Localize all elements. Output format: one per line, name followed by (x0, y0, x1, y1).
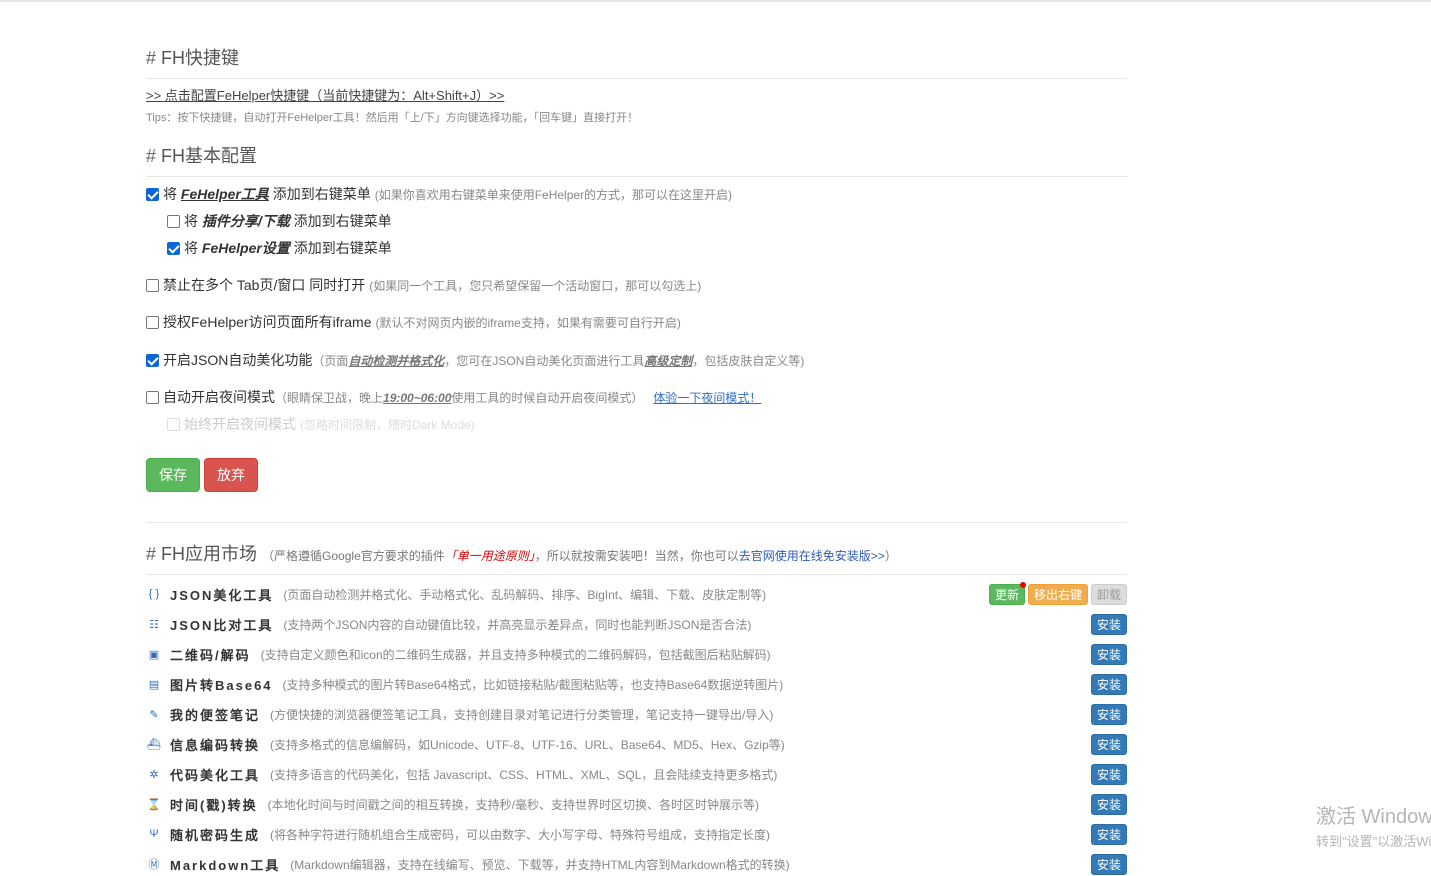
tool-row: Ψ 随机密码生成 (将各种字符进行随机组合生成密码，可以由数字、大小写字母、特殊符号… (146, 822, 1127, 846)
tool-name: 时间(戳)转换 (170, 797, 258, 813)
night-mode-checkbox[interactable] (146, 390, 159, 404)
tool-description: (支持自定义颜色和icon的二维码生成器，并且支持多种模式的二维码解码，包括截图… (260, 647, 771, 662)
install-button[interactable]: 安装 (1091, 854, 1127, 875)
install-button[interactable]: 安装 (1091, 794, 1127, 815)
option-iframe[interactable]: 授权FeHelper访问页面所有iframe (默认不对网页内嵌的iframe支… (146, 312, 681, 332)
configure-shortcut-link[interactable]: >> 点击配置FeHelper快捷键（当前快捷键为：Alt+Shift+J）>> (146, 85, 504, 104)
hourglass-icon: ⌛ (147, 798, 161, 811)
tool-description: (本地化时间与时间戳之间的相互转换，支持秒/毫秒、支持世界时区切换、各时区时钟展… (267, 797, 760, 812)
tool-name: 信息编码转换 (170, 737, 261, 753)
option-json-auto[interactable]: 开启JSON自动美化功能 （页面自动检测并格式化，您可在JSON自动美化页面进行… (146, 350, 804, 370)
tool-description: (支持多种模式的图片转Base64格式，比如链接粘贴/截图粘贴等，也支持Base… (282, 677, 784, 692)
tool-name: JSON比对工具 (170, 617, 274, 633)
tool-description: (方便快捷的浏览器便签笔记工具，支持创建目录对笔记进行分类管理，笔记支持一键导出… (270, 707, 774, 722)
install-button[interactable]: 安装 (1091, 764, 1127, 785)
tool-actions: 安装 (1091, 734, 1127, 755)
tool-row: ✲ 代码美化工具 (支持多语言的代码美化，包括 Javascript、CSS、HTM… (146, 762, 1127, 786)
uninstall-button[interactable]: 卸载 (1090, 584, 1127, 605)
install-button[interactable]: 安装 (1091, 614, 1127, 635)
section-title-market: # FH应用市场 （严格遵循Google官方要求的插件「单一用途原则」，所以就按… (146, 540, 1127, 575)
json-icon: { } (148, 588, 160, 600)
install-button[interactable]: 安装 (1091, 674, 1127, 695)
windows-activation-watermark: 激活 Windows 转到"设置"以激活Windows。 (1316, 806, 1431, 849)
ship-icon: ⛴ (147, 738, 161, 751)
json-auto-checkbox[interactable] (146, 353, 159, 367)
always-night-checkbox (167, 417, 180, 431)
trident-icon: Ψ (149, 828, 159, 840)
tool-name: 随机密码生成 (170, 827, 261, 843)
single-tab-checkbox[interactable] (146, 278, 159, 292)
section-title-shortcut: # FH快捷键 (146, 44, 1127, 79)
save-button[interactable]: 保存 (146, 458, 200, 492)
update-dot (1019, 582, 1026, 588)
tool-description: (将各种字符进行随机组合生成密码，可以由数字、大小写字母、特殊符号组成，支持指定… (270, 827, 771, 842)
tool-actions: 更新 移出右键 卸载 (988, 582, 1127, 605)
cancel-button[interactable]: 放弃 (204, 458, 258, 492)
tool-actions: 安装 (1091, 794, 1127, 815)
image-icon: ▤ (148, 678, 160, 691)
tool-row: ✎ 我的便签笔记 (方便快捷的浏览器便签笔记工具，支持创建目录对笔记进行分类管理，笔… (146, 702, 1127, 726)
tool-actions: 安装 (1091, 824, 1127, 845)
tool-actions: 安装 (1091, 854, 1127, 875)
top-border (0, 0, 1431, 2)
pencil-icon: ✎ (149, 708, 159, 721)
share-menu-checkbox[interactable] (167, 214, 180, 228)
tool-row: ⌛ 时间(戳)转换 (本地化时间与时间戳之间的相互转换，支持秒/毫秒、支持世界时区切… (146, 792, 1127, 816)
settings-menu-checkbox[interactable] (167, 241, 180, 255)
update-button[interactable]: 更新 (988, 582, 1026, 605)
option-settings-menu[interactable]: 将 FeHelper设置 添加到右键菜单 (167, 238, 392, 258)
install-button[interactable]: 安装 (1091, 704, 1127, 725)
option-night-mode[interactable]: 自动开启夜间模式 （眼睛保卫战，晚上19:00~06:00使用工具的时候自动开启… (146, 387, 761, 407)
tool-name: 我的便签笔记 (170, 707, 261, 723)
online-version-link[interactable]: 去官网使用在线免安装版>> (739, 549, 885, 563)
tool-actions: 安装 (1091, 614, 1127, 635)
tool-actions: 安装 (1091, 644, 1127, 665)
tool-name: JSON美化工具 (170, 587, 274, 603)
tool-row: ⛴ 信息编码转换 (支持多格式的信息编解码，如Unicode、UTF-8、UTF-1… (146, 732, 1127, 756)
section-title-basic: # FH基本配置 (146, 142, 1127, 177)
remove-context-menu-button[interactable]: 移出右键 (1027, 584, 1088, 605)
tool-name: 二维码/解码 (170, 647, 251, 663)
compare-icon: ☷ (149, 618, 159, 631)
option-share-menu[interactable]: 将 插件分享/下载 添加到右键菜单 (167, 211, 392, 231)
tool-description: (支持两个JSON内容的自动键值比较，并高亮显示差异点，同时也能判断JSON是否… (283, 617, 752, 632)
markdown-icon: Ⓜ (148, 859, 160, 871)
tool-name: 图片转Base64 (170, 677, 273, 693)
tool-row: { } JSON美化工具 (页面自动检测并格式化、手动格式化、乱码解码、排序、Big… (146, 582, 1127, 606)
tool-actions: 安装 (1091, 674, 1127, 695)
try-night-mode-link[interactable]: 体验一下夜间模式！ (653, 389, 761, 406)
qrcode-icon: ▣ (148, 648, 160, 661)
tool-row: ▤ 图片转Base64 (支持多种模式的图片转Base64格式，比如链接粘贴/截图粘… (146, 672, 1127, 696)
install-button[interactable]: 安装 (1091, 824, 1127, 845)
tool-description: (页面自动检测并格式化、手动格式化、乱码解码、排序、BigInt、编辑、下载、皮… (283, 587, 767, 602)
tool-actions: 安装 (1091, 764, 1127, 785)
install-button[interactable]: 安装 (1091, 734, 1127, 755)
tool-description: (支持多格式的信息编解码，如Unicode、UTF-8、UTF-16、URL、B… (270, 737, 785, 752)
tool-name: Markdown工具 (170, 857, 281, 873)
tool-description: (Markdown编辑器，支持在线编写、预览、下载等，并支持HTML内容到Mar… (290, 857, 790, 872)
shortcut-tips: Tips：按下快捷键，自动打开FeHelper工具！然后用「上/下」方向键选择功… (146, 112, 639, 124)
divider (146, 522, 1127, 523)
tool-actions: 安装 (1091, 704, 1127, 725)
iframe-checkbox[interactable] (146, 315, 159, 329)
tool-row: ☷ JSON比对工具 (支持两个JSON内容的自动键值比较，并高亮显示差异点，同时也… (146, 612, 1127, 636)
option-always-night: 始终开启夜间模式 (忽略时间限制，随时Dark Mode) (167, 414, 475, 434)
context-menu-checkbox[interactable] (146, 187, 159, 201)
tool-name: 代码美化工具 (170, 767, 261, 783)
tool-row: ▣ 二维码/解码 (支持自定义颜色和icon的二维码生成器，并且支持多种模式的二维码… (146, 642, 1127, 666)
install-button[interactable]: 安装 (1091, 644, 1127, 665)
tool-description: (支持多语言的代码美化，包括 Javascript、CSS、HTML、XML、S… (270, 767, 778, 782)
option-single-tab[interactable]: 禁止在多个 Tab页/窗口 同时打开 (如果同一个工具，您只希望保留一个活动窗口… (146, 275, 701, 295)
tool-row: Ⓜ Markdown工具 (Markdown编辑器，支持在线编写、预览、下载等，并支… (146, 852, 1127, 876)
gear-icon: ✲ (149, 768, 159, 781)
option-context-menu[interactable]: 将 FeHelper工具 添加到右键菜单 (如果你喜欢用右键菜单来使用FeHel… (146, 184, 732, 204)
